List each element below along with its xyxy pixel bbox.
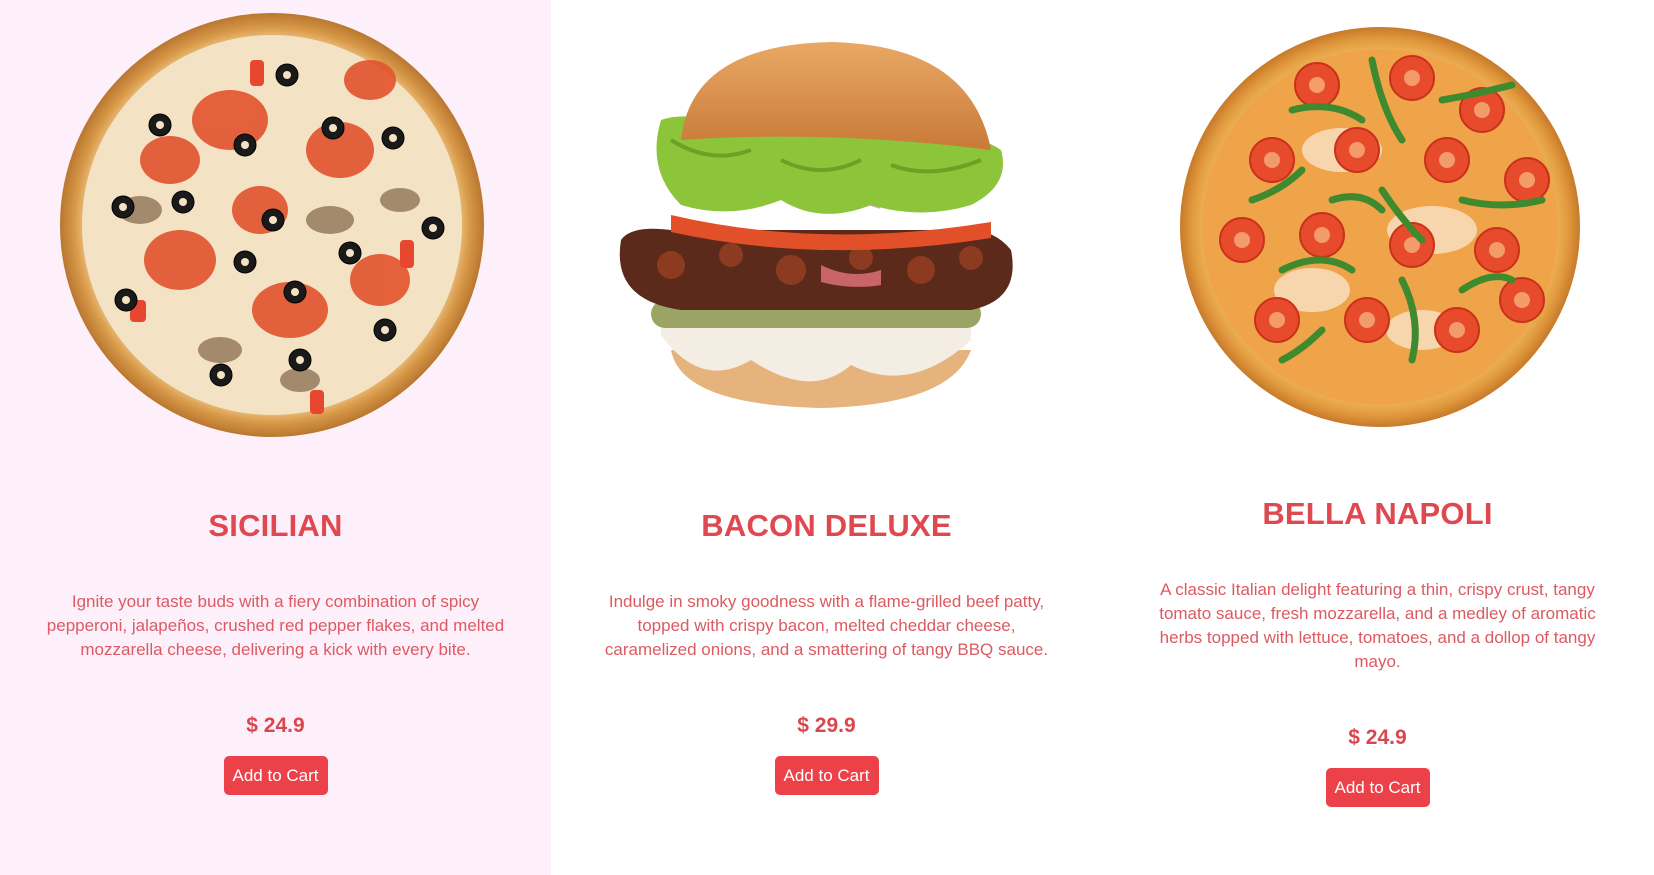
add-to-cart-button[interactable]: Add to Cart — [223, 756, 328, 795]
product-image-sicilian — [0, 0, 551, 460]
pizza-image — [60, 13, 484, 437]
add-to-cart-button[interactable]: Add to Cart — [1325, 768, 1430, 807]
product-card-bella-napoli: BELLA NAPOLI A classic Italian delight f… — [1102, 0, 1653, 875]
product-description: Indulge in smoky goodness with a flame-g… — [604, 592, 1049, 659]
product-name: BACON DELUXE — [701, 508, 952, 543]
product-name: BELLA NAPOLI — [1262, 496, 1493, 531]
product-image-bella-napoli — [1102, 0, 1653, 460]
product-price: $ 29.9 — [797, 714, 856, 737]
product-description: A classic Italian delight featuring a th… — [1159, 580, 1596, 671]
product-name: SICILIAN — [208, 508, 343, 543]
product-image-bacon-deluxe — [551, 0, 1102, 460]
product-description: Ignite your taste buds with a fiery comb… — [46, 592, 505, 659]
product-price: $ 24.9 — [246, 714, 305, 737]
product-card-bacon-deluxe: BACON DELUXE Indulge in smoky goodness w… — [551, 0, 1102, 875]
product-card-sicilian: SICILIAN Ignite your taste buds with a f… — [0, 0, 551, 875]
burger-image — [619, 42, 1013, 408]
pizza-image — [1180, 27, 1580, 427]
product-grid: SICILIAN Ignite your taste buds with a f… — [0, 0, 1654, 875]
product-price: $ 24.9 — [1348, 726, 1407, 749]
add-to-cart-button[interactable]: Add to Cart — [774, 756, 879, 795]
